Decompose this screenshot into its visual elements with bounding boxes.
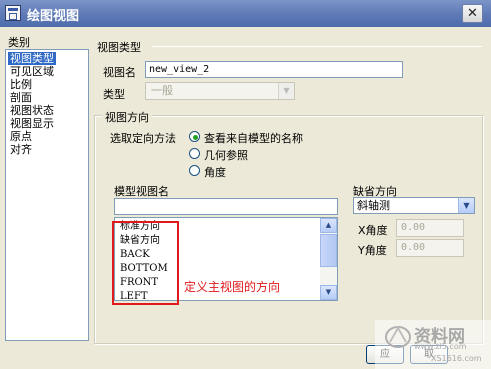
model-view-name-label: 模型视图名 xyxy=(114,185,169,198)
radio-from-model-name-label: 查看来自模型的名称 xyxy=(204,132,303,145)
view-type-dropdown[interactable]: 一般 ▼ xyxy=(145,82,295,100)
view-name-label: 视图名 xyxy=(103,66,136,79)
annotation-highlight-box xyxy=(112,221,179,305)
app-window-icon xyxy=(5,5,21,21)
x-angle-label: X角度 xyxy=(358,224,388,237)
view-type-group-divider xyxy=(152,46,482,47)
view-type-value: 一般 xyxy=(151,84,173,97)
close-button[interactable]: ✕ xyxy=(462,4,483,23)
scroll-down-arrow-icon[interactable]: ▼ xyxy=(320,285,337,300)
y-angle-label: Y角度 xyxy=(358,244,387,257)
radio-from-model-name[interactable] xyxy=(189,131,200,142)
view-type-group-title: 视图类型 xyxy=(97,41,141,54)
watermark-url: www.zl5.com xyxy=(414,342,467,351)
radio-geometry-reference[interactable] xyxy=(189,148,200,159)
orientation-group-title: 视图方向 xyxy=(102,109,152,125)
category-item-visible-area[interactable]: 可见区域 xyxy=(8,65,56,78)
category-item-scale[interactable]: 比例 xyxy=(8,78,34,91)
default-orientation-value: 斜轴测 xyxy=(357,199,390,212)
scroll-up-arrow-icon[interactable]: ▲ xyxy=(320,218,337,233)
category-item-view-type[interactable]: 视图类型 xyxy=(8,52,56,65)
radio-angle-label: 角度 xyxy=(204,166,226,179)
category-item-section[interactable]: 剖面 xyxy=(8,91,34,104)
category-item-view-state[interactable]: 视图状态 xyxy=(8,104,56,117)
scroll-thumb[interactable] xyxy=(320,234,337,267)
window-title: 绘图视图 xyxy=(27,9,80,24)
category-header: 类别 xyxy=(8,36,30,49)
annotation-text: 定义主视图的方向 xyxy=(184,280,281,294)
default-orientation-dropdown[interactable]: 斜轴测 ▼ xyxy=(353,197,475,214)
radio-geometry-reference-label: 几何参照 xyxy=(204,149,248,162)
chevron-down-icon: ▼ xyxy=(458,198,474,213)
category-item-view-display[interactable]: 视图显示 xyxy=(8,117,56,130)
view-name-input[interactable]: new_view_2 xyxy=(145,61,403,78)
orientation-method-label: 选取定向方法 xyxy=(110,132,176,145)
view-type-label: 类型 xyxy=(103,88,125,101)
y-angle-input[interactable]: 0.00 xyxy=(396,239,464,257)
watermark-stamp: XS1616.com xyxy=(431,354,482,363)
watermark-logo-icon xyxy=(385,325,411,348)
category-item-alignment[interactable]: 对齐 xyxy=(8,143,34,156)
model-view-search-input[interactable] xyxy=(114,198,338,215)
x-angle-input[interactable]: 0.00 xyxy=(396,219,464,237)
category-item-origin[interactable]: 原点 xyxy=(8,130,34,143)
radio-angle[interactable] xyxy=(189,165,200,176)
model-view-scrollbar[interactable]: ▲ ▼ xyxy=(320,218,337,300)
chevron-down-icon: ▼ xyxy=(278,83,294,99)
